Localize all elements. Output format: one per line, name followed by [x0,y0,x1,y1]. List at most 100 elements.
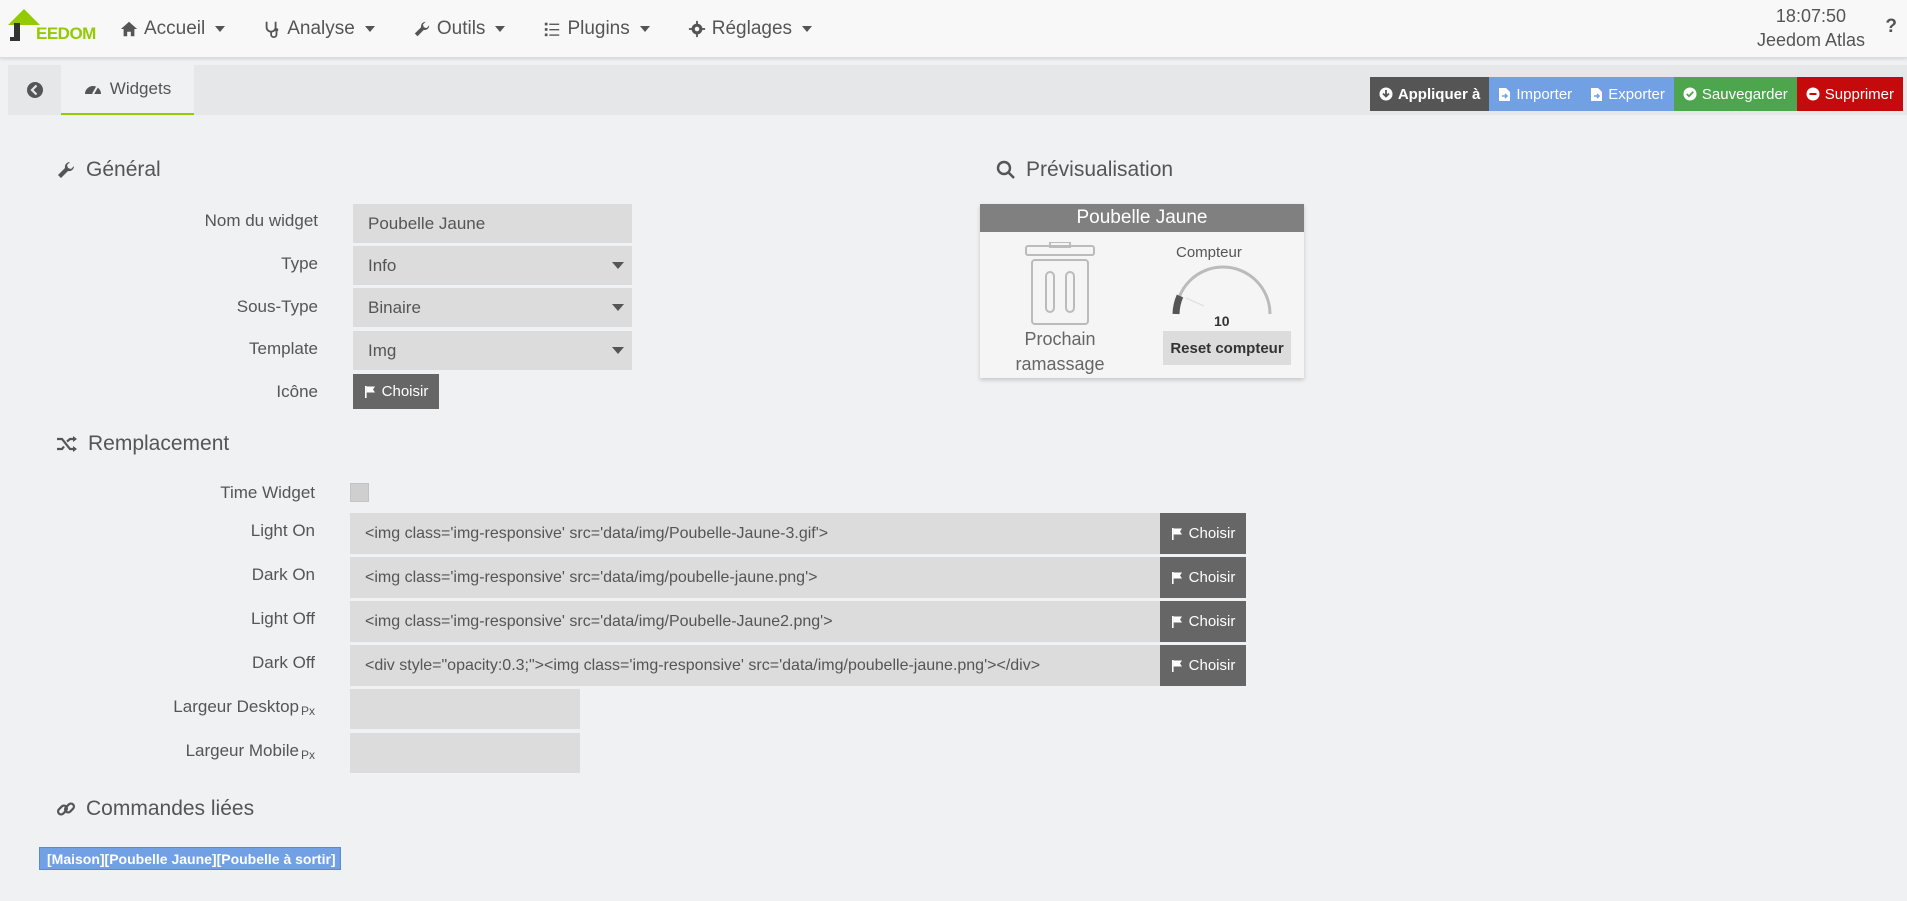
file-import-icon [1499,87,1511,101]
system-name[interactable]: Jeedom Atlas [1757,28,1865,52]
subtype-select[interactable]: Binaire [353,288,632,327]
type-label: Type [281,254,318,273]
dark-on-choose-button[interactable]: Choisir [1160,557,1246,598]
light-off-label: Light Off [251,609,315,628]
template-label: Template [249,339,318,358]
widget-name-label: Nom du widget [204,211,318,230]
chevron-down-icon [639,26,650,32]
light-off-choose-label: Choisir [1188,613,1236,630]
link-icon [56,802,76,816]
counter-value: 10 [1214,313,1230,329]
width-desktop-text: Largeur Desktop [173,697,299,716]
chevron-down-icon [495,26,506,32]
menu-reglages-label: Réglages [711,18,793,39]
preview-title: Prévisualisation [1026,158,1174,181]
time-widget-checkbox[interactable] [350,483,369,502]
flag-icon [1171,660,1182,672]
menu-plugins-label: Plugins [567,18,630,39]
search-icon [996,160,1015,179]
light-on-choose-button[interactable]: Choisir [1160,513,1246,554]
width-desktop-input[interactable] [350,689,580,729]
tab-widgets[interactable]: Widgets [61,65,194,115]
type-select[interactable]: Info [353,246,632,285]
gear-icon [688,20,705,38]
choose-icon-label: Choisir [381,383,429,400]
reset-counter-button[interactable]: Reset compteur [1163,331,1291,365]
preview-label-line2: ramassage [1015,354,1105,374]
arrow-circle-left-icon [26,82,43,98]
choose-icon-button[interactable]: Choisir [353,374,439,409]
main-menu: Accueil Analyse Outils Plugins Réglages [120,0,850,58]
light-on-label: Light On [250,521,315,540]
linked-command-tag[interactable]: [Maison][Poubelle Jaune][Poubelle à sort… [39,847,341,870]
random-icon [57,436,77,452]
width-desktop-label: Largeur Desktop Px [100,697,315,718]
import-button[interactable]: Importer [1489,77,1582,111]
menu-accueil-label: Accueil [144,18,206,39]
widget-preview: Poubelle Jaune Prochain ramassage Compte… [980,204,1304,378]
linked-title: Commandes liées [86,797,255,820]
dark-off-input[interactable]: <div style="opacity:0.3;"><img class='im… [350,645,1160,686]
wrench-icon [414,21,430,37]
preview-label: Prochain ramassage [1000,327,1120,377]
dashboard-icon [84,86,101,95]
dark-on-choose-label: Choisir [1188,569,1236,586]
tasks-icon [545,22,560,37]
menu-analyse[interactable]: Analyse [263,18,375,40]
dark-off-choose-label: Choisir [1188,657,1236,674]
wrench-icon [58,161,75,178]
width-mobile-label: Largeur Mobile Px [100,741,315,762]
delete-button[interactable]: Supprimer [1796,77,1903,111]
general-section-title: Général [56,158,161,182]
preview-widget-title[interactable]: Poubelle Jaune [980,204,1304,232]
replacement-section-title: Remplacement [56,432,229,456]
widget-name-input[interactable]: Poubelle Jaune [353,204,632,243]
apply-button[interactable]: Appliquer à [1369,77,1490,111]
dark-on-input[interactable]: <img class='img-responsive' src='data/im… [350,557,1160,598]
menu-plugins[interactable]: Plugins [543,18,650,40]
file-export-icon [1591,87,1603,101]
subtype-label: Sous-Type [236,297,318,316]
chevron-down-icon [215,26,226,32]
minus-circle-icon [1806,87,1820,101]
trash-bin-icon [1025,242,1095,325]
system-info: 18:07:50 Jeedom Atlas [1757,4,1865,52]
light-off-choose-button[interactable]: Choisir [1160,601,1246,642]
time-widget-label: Time Widget [220,483,315,502]
linked-section-title: Commandes liées [56,797,254,821]
help-icon[interactable]: ? [1885,16,1897,38]
save-label: Sauvegarder [1701,85,1788,103]
general-title: Général [86,158,161,181]
menu-reglages[interactable]: Réglages [688,18,813,40]
flag-icon [1171,528,1182,540]
clock: 18:07:50 [1775,6,1846,26]
save-button[interactable]: Sauvegarder [1673,77,1797,111]
stethoscope-icon [265,21,279,38]
flag-icon [1171,616,1182,628]
menu-outils[interactable]: Outils [413,18,506,40]
light-off-input[interactable]: <img class='img-responsive' src='data/im… [350,601,1160,642]
width-mobile-input[interactable] [350,733,580,773]
dark-off-choose-button[interactable]: Choisir [1160,645,1246,686]
chevron-down-icon [802,26,813,32]
logo-text: EEDOM [36,24,96,43]
preview-section-title: Prévisualisation [996,158,1173,182]
tab-bar: Widgets Appliquer à Importer Exporter Sa… [8,65,1907,115]
menu-accueil[interactable]: Accueil [120,18,226,40]
width-mobile-text: Largeur Mobile [185,741,299,760]
back-button[interactable] [8,65,61,115]
chevron-down-icon [364,26,375,32]
light-on-choose-label: Choisir [1188,525,1236,542]
icon-label: Icône [276,382,318,401]
flag-icon [364,386,375,398]
menu-analyse-label: Analyse [287,18,355,39]
check-circle-icon [1683,87,1697,101]
export-button[interactable]: Exporter [1581,77,1674,111]
light-on-input[interactable]: <img class='img-responsive' src='data/im… [350,513,1160,554]
width-mobile-unit: Px [300,748,315,762]
dark-off-label: Dark Off [252,653,315,672]
jeedom-logo[interactable]: EEDOM [6,5,96,49]
dark-on-label: Dark On [251,565,315,584]
template-select[interactable]: Img [353,331,632,370]
import-label: Importer [1516,85,1573,103]
